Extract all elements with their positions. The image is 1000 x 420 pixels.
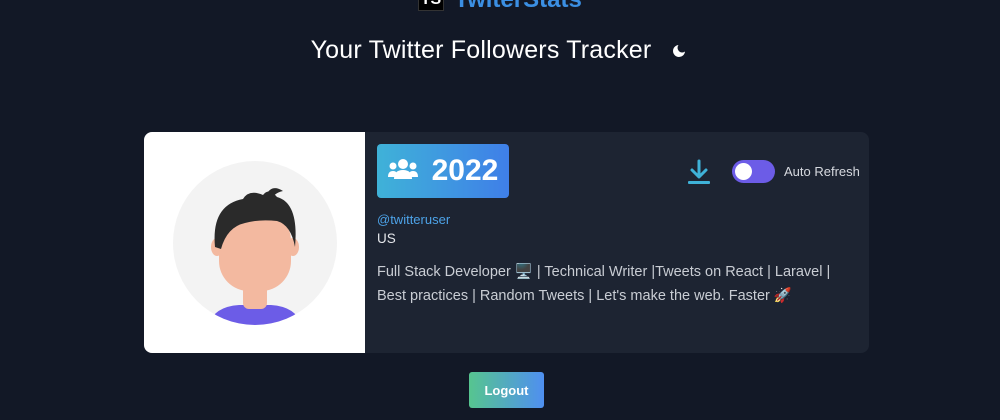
twitter-handle[interactable]: @twitteruser bbox=[377, 212, 450, 227]
page-title: Your Twitter Followers Tracker bbox=[310, 36, 652, 64]
auto-refresh-toggle[interactable] bbox=[732, 160, 775, 183]
moon-icon[interactable] bbox=[669, 41, 689, 61]
bio: Full Stack Developer 🖥️ | Technical Writ… bbox=[377, 264, 831, 304]
brand-name[interactable]: TwiterStats bbox=[454, 0, 582, 12]
users-group-icon bbox=[387, 157, 418, 186]
brand-logo: TS bbox=[418, 0, 445, 11]
avatar-panel bbox=[144, 132, 365, 353]
location: US bbox=[377, 231, 396, 246]
year-value: 2022 bbox=[431, 154, 499, 187]
auto-refresh-label: Auto Refresh bbox=[784, 164, 860, 179]
page-header: Your Twitter Followers Tracker bbox=[0, 36, 1000, 65]
toggle-knob bbox=[735, 163, 752, 180]
logout-button[interactable]: Logout bbox=[469, 372, 544, 408]
year-badge: 2022 bbox=[377, 144, 509, 198]
profile-details: 2022 Auto Refresh @twitteruser US Full S… bbox=[365, 132, 869, 353]
avatar bbox=[172, 160, 337, 325]
brand: TS TwiterStats bbox=[0, 0, 1000, 12]
profile-card: 2022 Auto Refresh @twitteruser US Full S… bbox=[144, 132, 869, 353]
download-icon[interactable] bbox=[687, 159, 711, 185]
